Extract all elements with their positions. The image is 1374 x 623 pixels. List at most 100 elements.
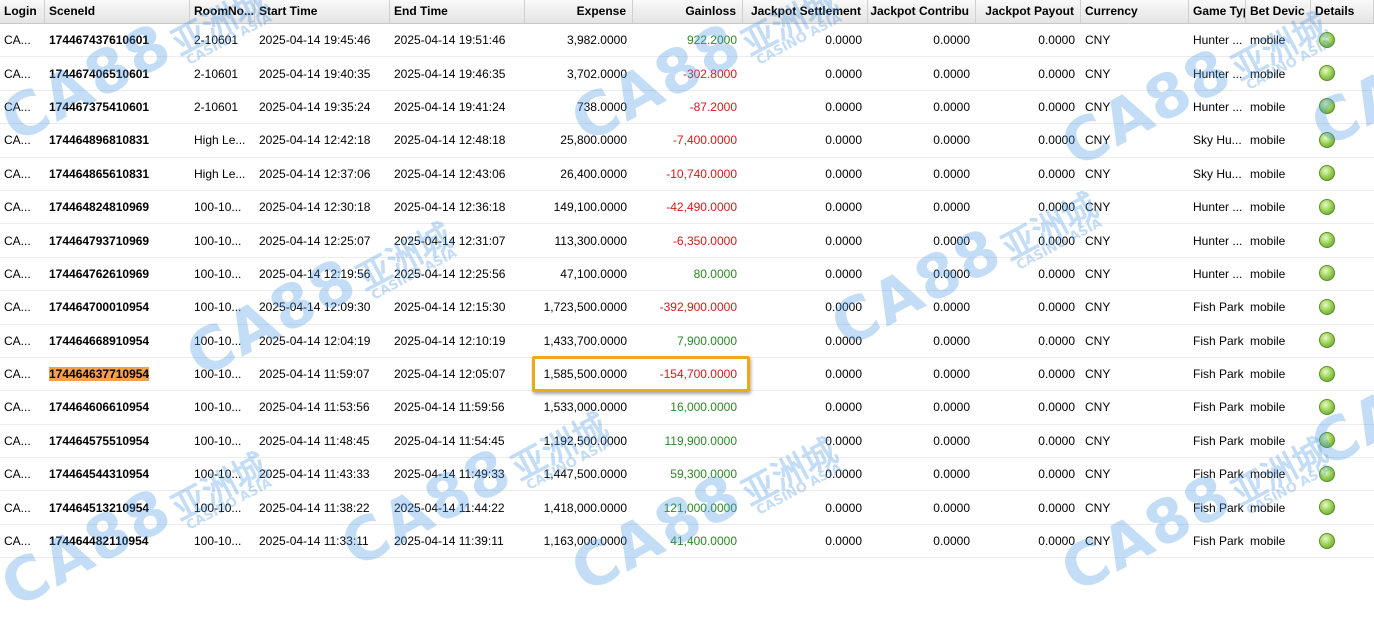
expense-cell: 738.0000 <box>525 100 633 114</box>
details-icon[interactable] <box>1319 465 1335 482</box>
table-row[interactable]: CA... 174464575510954 100-10... 2025-04-14 … <box>0 425 1374 459</box>
bet-device-cell: mobile <box>1246 67 1311 81</box>
table-row[interactable]: CA... 174464700010954 100-10... 2025-04-14 … <box>0 291 1374 325</box>
scene-id-cell: 174467375410601 <box>45 100 190 114</box>
bet-device-cell-text: mobile <box>1250 200 1286 215</box>
bet-device-cell: mobile <box>1246 267 1311 281</box>
bet-device-cell-text: mobile <box>1250 233 1286 248</box>
col-scene-id-header[interactable]: SceneId <box>45 0 190 23</box>
details-icon[interactable] <box>1319 232 1335 249</box>
details-icon[interactable] <box>1319 98 1335 115</box>
end-time-cell-text: 2025-04-14 11:39:11 <box>394 534 504 549</box>
end-time-cell-text: 2025-04-14 12:36:18 <box>394 200 506 215</box>
room-no-cell: 100-10... <box>190 434 255 448</box>
expense-cell-text: 738.0000 <box>576 99 627 114</box>
col-start-time-header[interactable]: Start Time <box>255 0 390 23</box>
jackpot-settlement-cell-text: 0.0000 <box>825 233 862 248</box>
table-row[interactable]: CA... 174467437610601 2-10601 2025-04-14 19… <box>0 24 1374 58</box>
table-row[interactable]: CA... 174467406510601 2-10601 2025-04-14 19… <box>0 57 1374 91</box>
jackpot-contribution-cell-text: 0.0000 <box>933 133 970 148</box>
start-time-cell: 2025-04-14 11:38:22 <box>255 501 390 515</box>
details-icon[interactable] <box>1319 499 1335 516</box>
details-icon[interactable] <box>1319 398 1335 415</box>
login-cell: CA... <box>0 200 45 214</box>
details-icon[interactable] <box>1319 198 1335 215</box>
game-type-cell: Sky Hu... <box>1189 133 1246 147</box>
details-icon[interactable] <box>1319 532 1335 549</box>
jackpot-contribution-cell-text: 0.0000 <box>933 99 970 114</box>
expense-cell-text: 113,300.0000 <box>554 233 627 248</box>
start-time-cell-text: 2025-04-14 11:38:22 <box>259 500 370 515</box>
jackpot-settlement-cell-text: 0.0000 <box>825 200 862 215</box>
currency-cell: CNY <box>1081 133 1189 147</box>
bet-device-cell-text: mobile <box>1250 33 1286 48</box>
currency-cell-text: CNY <box>1085 333 1111 348</box>
details-icon[interactable] <box>1319 298 1335 315</box>
table-row[interactable]: CA... 174464896810831 High Le... 2025-04-14… <box>0 124 1374 158</box>
jackpot-settlement-cell-text: 0.0000 <box>825 400 862 415</box>
col-currency-header[interactable]: Currency <box>1081 0 1189 23</box>
jackpot-contribution-cell: 0.0000 <box>868 200 976 214</box>
col-jackpot-settlement-header[interactable]: Jackpot Settlement <box>743 0 868 23</box>
table-row[interactable]: CA... 174464482110954 100-10... 2025-04-14 … <box>0 525 1374 559</box>
details-icon[interactable] <box>1319 265 1335 282</box>
table-row[interactable]: CA... 174464544310954 100-10... 2025-04-14 … <box>0 458 1374 492</box>
expense-cell: 1,163,000.0000 <box>525 534 633 548</box>
jackpot-contribution-cell-text: 0.0000 <box>933 33 970 48</box>
room-no-cell-text: 100-10... <box>194 400 242 415</box>
start-time-cell-text: 2025-04-14 11:33:11 <box>259 534 369 549</box>
col-jackpot-contribution-header[interactable]: Jackpot Contribu <box>868 0 976 23</box>
table-row[interactable]: CA... 174464513210954 100-10... 2025-04-14 … <box>0 491 1374 525</box>
table-row[interactable]: CA... 174464762610969 100-10... 2025-04-14 … <box>0 258 1374 292</box>
col-bet-device-header[interactable]: Bet Devic <box>1246 0 1311 23</box>
col-jackpot-payout-header[interactable]: Jackpot Payout <box>976 0 1081 23</box>
jackpot-contribution-cell-text: 0.0000 <box>933 333 970 348</box>
details-icon[interactable] <box>1319 31 1335 48</box>
details-icon[interactable] <box>1319 131 1335 148</box>
table-row[interactable]: CA... 174467375410601 2-10601 2025-04-14 19… <box>0 91 1374 125</box>
gainloss-cell: 16,000.0000 <box>633 400 743 414</box>
table-row[interactable]: CA... 174464865610831 High Le... 2025-04-14… <box>0 158 1374 191</box>
scene-id-cell-text: 174464575510954 <box>49 433 150 448</box>
col-end-time-header[interactable]: End Time <box>390 0 525 23</box>
table-row[interactable]: CA... 174464793710969 100-10... 2025-04-14 … <box>0 224 1374 258</box>
details-icon[interactable] <box>1319 65 1335 82</box>
gainloss-cell-text: 41,400.0000 <box>670 534 737 549</box>
start-time-cell-text: 2025-04-14 12:42:18 <box>259 133 371 148</box>
col-login-header[interactable]: Login <box>0 0 45 23</box>
login-cell-text: CA... <box>4 66 31 81</box>
room-no-cell: 100-10... <box>190 534 255 548</box>
expense-cell-text: 1,723,500.0000 <box>543 300 627 315</box>
currency-cell: CNY <box>1081 334 1189 348</box>
jackpot-contribution-cell: 0.0000 <box>868 300 976 314</box>
table-row[interactable]: CA... 174464668910954 100-10... 2025-04-14 … <box>0 325 1374 358</box>
jackpot-contribution-cell: 0.0000 <box>868 133 976 147</box>
bet-device-cell: mobile <box>1246 100 1311 114</box>
details-icon[interactable] <box>1319 165 1335 182</box>
scene-id-cell-text: 174467406510601 <box>49 66 150 81</box>
details-icon[interactable] <box>1319 332 1335 349</box>
gainloss-cell: 59,300.0000 <box>633 467 743 481</box>
bet-device-cell: mobile <box>1246 234 1311 248</box>
col-details-header[interactable]: Details <box>1311 0 1374 23</box>
jackpot-contribution-cell-text: 0.0000 <box>933 66 970 81</box>
jackpot-settlement-cell-text: 0.0000 <box>825 500 862 515</box>
details-icon[interactable] <box>1319 432 1335 449</box>
table-row[interactable]: CA... 174464824810969 100-10... 2025-04-14 … <box>0 191 1374 225</box>
jackpot-payout-cell: 0.0000 <box>976 234 1081 248</box>
col-room-no-header[interactable]: RoomNo... <box>190 0 255 23</box>
jackpot-settlement-cell: 0.0000 <box>743 434 868 448</box>
col-game-type-header[interactable]: Game Typ <box>1189 0 1246 23</box>
details-icon[interactable] <box>1319 365 1335 382</box>
scene-id-cell: 174464637710954 <box>45 367 190 382</box>
currency-cell: CNY <box>1081 234 1189 248</box>
room-no-cell-text: 2-10601 <box>194 33 239 48</box>
start-time-cell: 2025-04-14 12:37:06 <box>255 167 390 181</box>
expense-cell-text: 1,447,500.0000 <box>543 467 627 482</box>
table-row[interactable]: CA... 174464606610954 100-10... 2025-04-14 … <box>0 391 1374 425</box>
game-type-cell: Fish Park <box>1189 434 1246 448</box>
details-cell <box>1311 464 1374 485</box>
jackpot-payout-cell: 0.0000 <box>976 334 1081 348</box>
col-expense-header[interactable]: Expense <box>525 0 633 23</box>
col-gainloss-header[interactable]: Gainloss <box>633 0 743 23</box>
